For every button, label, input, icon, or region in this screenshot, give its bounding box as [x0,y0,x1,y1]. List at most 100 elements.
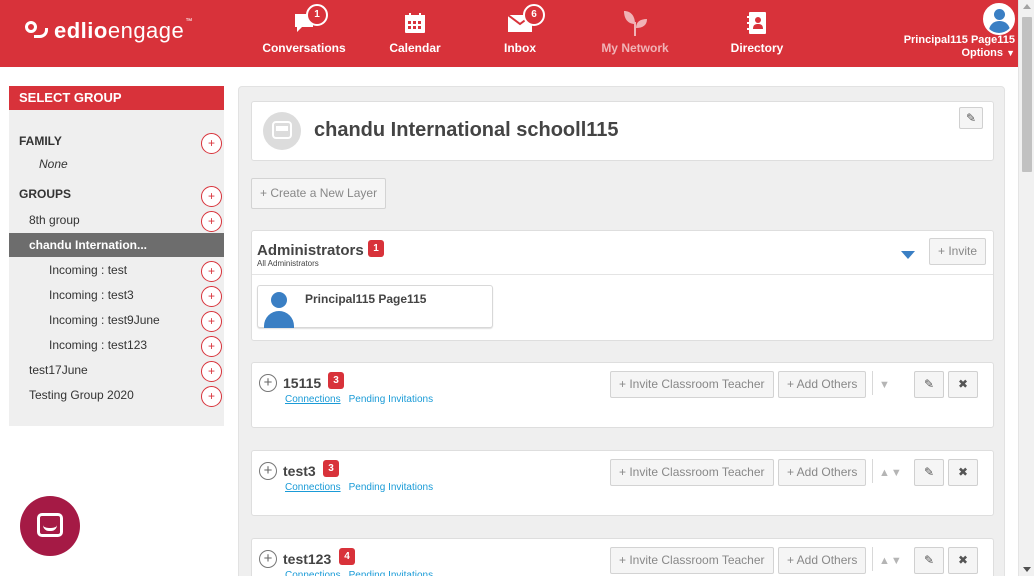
nav-conversations-label: Conversations [262,41,346,55]
user-name: Principal115 Page115 [903,34,1015,46]
edlio-logo-icon [24,18,50,44]
connections-link[interactable]: Connections [285,394,341,405]
sidebar-item-incoming-test3[interactable]: Incoming : test3 + [9,283,224,307]
edit-layer-pencil-icon[interactable]: ✎ [914,371,944,398]
add-subgroup-icon[interactable]: + [201,286,222,307]
nav-directory-label: Directory [730,41,784,55]
sidebar-item-label: Testing Group 2020 [29,388,134,402]
sidebar-item-incoming-test9june[interactable]: Incoming : test9June + [9,308,224,332]
delete-layer-close-icon[interactable]: ✖ [948,459,978,486]
nav-calendar[interactable]: Calendar [360,8,470,55]
expand-layer-plus-icon[interactable]: + [259,550,277,568]
layer-name: 15115 [283,375,322,391]
groups-section: GROUPS + [9,183,224,207]
sidebar-item-label: chandu Internation... [29,238,148,252]
administrators-title: Administrators [257,242,364,259]
nav-directory[interactable]: Directory [702,8,812,55]
family-section: FAMILY + [9,130,224,154]
conversations-badge: 1 [306,4,328,26]
edit-layer-pencil-icon[interactable]: ✎ [914,459,944,486]
layer-links: Connections Pending Invitations [285,482,433,493]
add-others-button[interactable]: + Add Others [778,371,867,398]
scroll-thumb[interactable] [1022,17,1032,172]
scroll-down-arrow-icon[interactable] [1023,567,1031,572]
sidebar-item-label: Incoming : test9June [49,313,160,327]
create-new-layer-button[interactable]: + Create a New Layer [251,178,387,209]
sidebar-item-incoming-test123[interactable]: Incoming : test123 + [9,333,224,357]
edit-school-pencil-icon[interactable]: ✎ [959,107,983,129]
add-subgroup-icon[interactable]: + [201,261,222,282]
move-down-arrow-icon[interactable]: ▼ [879,379,891,391]
options-dropdown[interactable]: Options ▼ [961,47,1015,59]
page-scrollbar[interactable] [1018,0,1034,576]
add-family-icon[interactable]: + [201,133,222,154]
add-others-button[interactable]: + Add Others [778,547,867,574]
sidebar-item-incoming-test[interactable]: Incoming : test + [9,258,224,282]
move-layer-arrows[interactable]: ▲▼ [879,555,903,567]
expand-layer-plus-icon[interactable]: + [259,374,277,392]
add-subgroup-icon[interactable]: + [201,386,222,407]
sidebar-item-label: test17June [29,363,88,377]
invite-classroom-teacher-button[interactable]: + Invite Classroom Teacher [610,547,774,574]
address-book-icon [702,8,812,38]
sidebar-item-8th-group[interactable]: 8th group + [9,208,224,232]
connections-link[interactable]: Connections [285,570,341,576]
move-layer-arrows[interactable]: ▲▼ [879,467,903,479]
edit-layer-pencil-icon[interactable]: ✎ [914,547,944,574]
connections-link[interactable]: Connections [285,482,341,493]
scroll-up-arrow-icon[interactable] [1023,4,1031,9]
user-avatar-icon[interactable] [983,3,1015,35]
nav-my-network-label: My Network [601,41,669,55]
layer-count-badge: 3 [323,460,339,477]
expand-down-arrow-icon[interactable] [901,251,915,259]
school-bus-icon [263,112,301,150]
invite-classroom-teacher-button[interactable]: + Invite Classroom Teacher [610,371,774,398]
layer-card-15115: + 15115 3 Connections Pending Invitations… [251,362,994,428]
add-subgroup-icon[interactable]: + [201,336,222,357]
nav-conversations[interactable]: 1 Conversations [249,4,359,55]
caret-down-icon: ▼ [1006,48,1015,58]
delete-layer-close-icon[interactable]: ✖ [948,371,978,398]
calendar-icon [360,8,470,38]
delete-layer-close-icon[interactable]: ✖ [948,547,978,574]
nav-my-network[interactable]: My Network [580,8,690,55]
move-down-arrow-icon[interactable]: ▼ [891,467,903,479]
divider [252,274,993,275]
add-group-icon[interactable]: + [201,186,222,207]
nav-inbox[interactable]: 6 Inbox [465,4,575,55]
layer-links: Connections Pending Invitations [285,570,433,576]
edlio-engage-logo[interactable]: edlioengage™ [24,18,193,44]
layer-card-test123: + test123 4 Connections Pending Invitatio… [251,538,994,576]
main-panel: chandu International schooll115 ✎ + Crea… [238,86,1005,576]
sprout-icon [580,8,690,38]
sidebar-item-testing-group-2020[interactable]: Testing Group 2020 + [9,383,224,407]
add-subgroup-icon[interactable]: + [201,361,222,382]
envelope-icon: 6 [465,4,575,38]
move-down-arrow-icon[interactable]: ▼ [891,555,903,567]
add-subgroup-icon[interactable]: + [201,311,222,332]
expand-layer-plus-icon[interactable]: + [259,462,277,480]
add-others-button[interactable]: + Add Others [778,459,867,486]
move-up-arrow-icon[interactable]: ▲ [879,467,891,479]
pending-invitations-link[interactable]: Pending Invitations [349,394,434,405]
invite-classroom-teacher-button[interactable]: + Invite Classroom Teacher [610,459,774,486]
pending-invitations-link[interactable]: Pending Invitations [349,570,434,576]
add-subgroup-icon[interactable]: + [201,211,222,232]
groups-heading: GROUPS [19,187,72,201]
chat-support-launcher[interactable] [20,496,80,556]
pending-invitations-link[interactable]: Pending Invitations [349,482,434,493]
sidebar-item-label: Incoming : test [49,263,128,277]
nav-calendar-label: Calendar [389,41,441,55]
layer-links: Connections Pending Invitations [285,394,433,405]
chat-bubble-icon: 1 [249,4,359,38]
options-label: Options [961,47,1004,59]
sidebar-item-test17june[interactable]: test17June + [9,358,224,382]
trademark-symbol: ™ [185,18,193,25]
select-group-sidebar: SELECT GROUP FAMILY + None GROUPS + 8th … [9,86,224,426]
move-up-arrow-icon[interactable]: ▲ [879,555,891,567]
member-card[interactable]: Principal115 Page115 [257,285,493,328]
administrators-card: Administrators 1 All Administrators + In… [251,230,994,341]
administrators-subtitle: All Administrators [257,259,319,268]
sidebar-item-chandu-international[interactable]: chandu Internation... [9,233,224,257]
invite-admin-button[interactable]: + Invite [929,238,987,265]
